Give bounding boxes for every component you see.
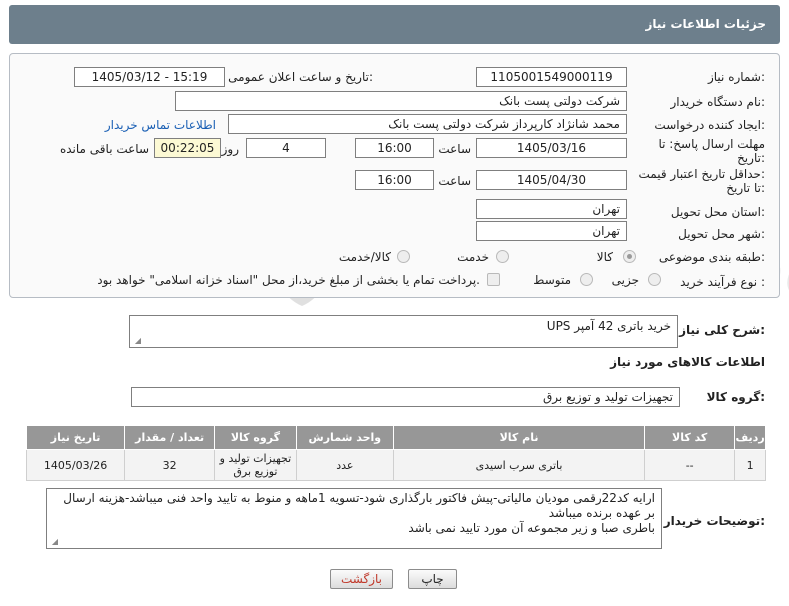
purchase-type-label: نوع فرآیند خرید : xyxy=(680,275,765,289)
deadline-label-date: تاریخ: xyxy=(737,151,765,165)
category-radio-goods[interactable] xyxy=(623,250,636,263)
resize-handle-icon[interactable]: ◢ xyxy=(133,337,141,345)
col-header-goods-group: گروه کالا xyxy=(214,425,297,450)
deadline-time-field: 16:00 xyxy=(355,138,434,158)
purchase-radio-minor[interactable] xyxy=(648,273,661,286)
table-row: 1 -- باتری سرب اسیدی عدد تجهیزات تولید و… xyxy=(25,449,766,481)
category-option-goods: کالا xyxy=(596,250,613,264)
summary-field: خرید باتری 42 آمپر UPS ◢ xyxy=(129,315,678,348)
page-header: جزئیات اطلاعات نیاز xyxy=(9,5,780,44)
province-label: استان محل تحویل: xyxy=(670,205,765,219)
price-validity-time-label: ساعت xyxy=(438,174,471,188)
purchase-option-minor: جزیی xyxy=(611,273,639,287)
creator-label: ایجاد کننده درخواست: xyxy=(654,118,765,132)
col-header-row-number: ردیف xyxy=(734,425,766,450)
col-header-quantity: تعداد / مقدار xyxy=(124,425,216,450)
cell-row-number: 1 xyxy=(734,449,766,481)
col-header-item-code: کد کالا xyxy=(644,425,736,450)
print-button[interactable]: چاپ xyxy=(408,569,457,589)
remaining-time-label: ساعت باقی مانده xyxy=(59,142,149,156)
deadline-time-label: ساعت xyxy=(438,142,471,156)
deadline-label: مهلت ارسال پاسخ: تا xyxy=(658,137,765,151)
cell-unit: عدد xyxy=(295,449,394,481)
deadline-date-field: 1405/03/16 xyxy=(476,138,627,158)
summary-label: شرح کلی نیاز: xyxy=(679,323,765,337)
category-option-service: خدمت xyxy=(457,250,489,264)
cell-item-code: -- xyxy=(644,449,736,481)
announce-date-label: تاریخ و ساعت اعلان عمومی: xyxy=(228,70,373,84)
buyer-notes-field: ارایه کد22رقمی مودیان مالیاتی-پیش فاکتور… xyxy=(46,488,662,549)
city-field: تهران xyxy=(476,221,627,241)
page-title: جزئیات اطلاعات نیاز xyxy=(645,17,766,31)
buyer-org-label: نام دستگاه خریدار: xyxy=(670,95,766,109)
province-field: تهران xyxy=(476,199,627,219)
goods-table: ردیف کد کالا نام کالا واحد شمارش گروه کا… xyxy=(25,425,766,481)
cell-quantity: 32 xyxy=(124,449,216,481)
price-validity-date-field: 1405/04/30 xyxy=(476,170,627,190)
goods-section-title: اطلاعات کالاهای مورد نیاز xyxy=(610,355,765,369)
treasury-payment-note: پرداخت تمام یا بخشی از مبلغ خرید،از محل … xyxy=(97,273,480,287)
resize-handle-icon[interactable]: ◢ xyxy=(50,538,58,546)
summary-text: خرید باتری 42 آمپر UPS xyxy=(546,319,671,333)
category-radio-service[interactable] xyxy=(496,250,509,263)
price-validity-label-date: تا تاریخ: xyxy=(726,181,765,195)
goods-table-header-row: ردیف کد کالا نام کالا واحد شمارش گروه کا… xyxy=(25,425,766,450)
col-header-need-date: تاریخ نیاز xyxy=(25,425,126,450)
category-label: طبقه بندی موضوعی: xyxy=(658,250,765,264)
buyer-contact-link[interactable]: اطلاعات تماس خریدار xyxy=(105,118,216,132)
col-header-unit: واحد شمارش xyxy=(295,425,394,450)
back-button[interactable]: بازگشت xyxy=(330,569,393,589)
buyer-notes-line-1: ارایه کد22رقمی مودیان مالیاتی-پیش فاکتور… xyxy=(63,491,655,520)
goods-group-field: تجهیزات تولید و توزیع برق xyxy=(131,387,680,407)
goods-group-label: گروه کالا: xyxy=(706,390,765,404)
purchase-radio-medium[interactable] xyxy=(580,273,593,286)
col-header-item-name: نام کالا xyxy=(392,425,646,450)
announce-date-field: 1405/03/12 - 15:19 xyxy=(74,67,225,87)
treasury-payment-checkbox[interactable] xyxy=(487,273,500,286)
need-number-field: 1105001549000119 xyxy=(476,67,627,87)
need-number-label: شماره نیاز: xyxy=(707,70,765,84)
category-radio-goods-service[interactable] xyxy=(397,250,410,263)
buyer-notes-label: توضیحات خریدار: xyxy=(663,514,765,528)
remaining-days-field: 4 xyxy=(246,138,326,158)
remaining-time-field: 00:22:05 xyxy=(154,138,221,158)
cell-goods-group: تجهیزات تولید و توزیع برق xyxy=(214,449,297,481)
city-label: شهر محل تحویل: xyxy=(678,227,765,241)
buyer-notes-line-2: باطری صبا و زیر مجموعه آن مورد تایید نمی… xyxy=(408,521,655,535)
category-option-goods-service: کالا/خدمت xyxy=(338,250,391,264)
cell-need-date: 1405/03/26 xyxy=(25,449,126,481)
price-validity-time-field: 16:00 xyxy=(355,170,434,190)
buyer-org-field: شرکت دولتی پست بانک xyxy=(175,91,627,111)
creator-field: محمد شانژاد کارپرداز شرکت دولتی پست بانک xyxy=(228,114,627,134)
price-validity-label: حداقل تاریخ اعتبار قیمت: xyxy=(638,167,765,181)
cell-item-name: باتری سرب اسیدی xyxy=(392,449,646,481)
purchase-option-medium: متوسط xyxy=(533,273,571,287)
